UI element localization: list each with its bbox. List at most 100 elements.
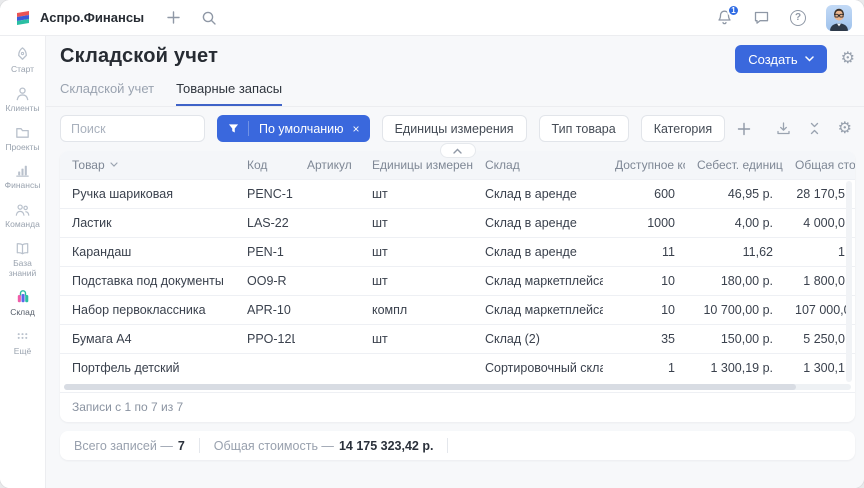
sidebar: Старт Клиенты Проекты Финансы Команда Ба… [0, 36, 46, 488]
book-icon [14, 240, 31, 257]
cell-article [295, 237, 360, 266]
tab-goods-stock[interactable]: Товарные запасы [176, 81, 282, 106]
sidebar-item-label: Клиенты [5, 104, 39, 114]
cell-product: Карандаш [60, 237, 235, 266]
cell-unit: шт [360, 208, 473, 237]
quick-add-button[interactable] [166, 10, 181, 25]
filter-chip-category[interactable]: Категория [641, 115, 725, 142]
sidebar-item-label: Проекты [5, 143, 39, 153]
cell-article [295, 324, 360, 353]
table-row[interactable]: Ручка шариковая PENC-1 шт Склад в аренде… [60, 179, 855, 208]
filter-chip-units[interactable]: Единицы измерения [382, 115, 527, 142]
column-header-warehouse[interactable]: Склад [473, 151, 603, 179]
sidebar-item-projects[interactable]: Проекты [1, 124, 45, 153]
table-row[interactable]: Подставка под документы OO9-R шт Склад м… [60, 266, 855, 295]
cell-warehouse: Склад в аренде [473, 208, 603, 237]
create-button[interactable]: Создать [735, 45, 826, 73]
page-header: Складской учет Создать ⚙ Складской учет … [46, 36, 864, 107]
cell-product: Бумага А4 [60, 324, 235, 353]
sidebar-item-warehouse[interactable]: Склад [1, 288, 45, 318]
cell-unit: шт [360, 266, 473, 295]
chat-icon [753, 9, 770, 26]
search-input[interactable] [60, 115, 205, 142]
tab-warehouse-accounting[interactable]: Складской учет [60, 81, 154, 106]
plus-icon [166, 10, 181, 25]
vertical-scrollbar[interactable] [846, 181, 852, 382]
filter-chip-product-type[interactable]: Тип товара [539, 115, 629, 142]
cell-article [295, 179, 360, 208]
column-header-product[interactable]: Товар [60, 151, 235, 179]
table-row[interactable]: Набор первоклассника APR-10 компл Склад … [60, 295, 855, 324]
sidebar-item-team[interactable]: Команда [1, 201, 45, 230]
collapse-table-button[interactable] [440, 143, 476, 158]
user-icon [14, 85, 31, 102]
filter-bar: По умолчанию × Единицы измерения Тип тов… [60, 115, 855, 142]
cell-code: PEN-1 [235, 237, 295, 266]
messages-button[interactable] [753, 9, 770, 26]
remove-filter-icon[interactable]: × [351, 122, 370, 136]
cell-unit-cost: 1 300,19 р. [685, 353, 783, 382]
column-header-article[interactable]: Артикул [295, 151, 360, 179]
app-window: Аспро.Финансы 1 ? [0, 0, 864, 488]
sidebar-item-more[interactable]: Ещё [1, 328, 45, 357]
global-search-button[interactable] [201, 10, 217, 26]
cell-total-cost: 1 [783, 237, 855, 266]
column-header-total-cost[interactable]: Общая стоим [783, 151, 855, 179]
sidebar-item-start[interactable]: Старт [1, 46, 45, 75]
cell-code: PENC-1 [235, 179, 295, 208]
cell-warehouse: Сортировочный скла [473, 353, 603, 382]
user-avatar[interactable] [826, 5, 852, 31]
table-row[interactable]: Карандаш PEN-1 шт Склад в аренде 11 11,6… [60, 237, 855, 266]
cell-warehouse: Склад в аренде [473, 179, 603, 208]
brand: Аспро.Финансы [14, 9, 144, 27]
collapse-rows-button[interactable] [808, 122, 821, 135]
add-filter-button[interactable] [737, 122, 751, 136]
cell-total-cost: 4 000,0 [783, 208, 855, 237]
sidebar-item-knowledge-base[interactable]: База знаний [1, 240, 45, 279]
cell-unit-cost: 150,00 р. [685, 324, 783, 353]
cell-qty: 1000 [603, 208, 685, 237]
topbar: Аспро.Финансы 1 ? [0, 0, 864, 36]
brand-name: Аспро.Финансы [40, 10, 144, 25]
table-body: Ручка шариковая PENC-1 шт Склад в аренде… [60, 179, 855, 382]
notifications-button[interactable]: 1 [716, 9, 733, 26]
cell-unit: компл [360, 295, 473, 324]
cell-code: LAS-22 [235, 208, 295, 237]
horizontal-scrollbar[interactable] [64, 384, 851, 390]
scrollbar-thumb[interactable] [64, 384, 796, 390]
column-header-code[interactable]: Код [235, 151, 295, 179]
table-settings-button[interactable]: ⚙ [838, 121, 852, 137]
cell-qty: 11 [603, 237, 685, 266]
cell-unit: шт [360, 179, 473, 208]
cell-article [295, 266, 360, 295]
export-button[interactable] [776, 121, 791, 136]
cell-qty: 1 [603, 353, 685, 382]
table-row[interactable]: Портфель детский Сортировочный скла 1 1 … [60, 353, 855, 382]
sidebar-item-label: Ещё [14, 347, 31, 357]
cell-unit-cost: 4,00 р. [685, 208, 783, 237]
pagination-status: Записи с 1 по 7 из 7 [60, 392, 855, 422]
column-header-available-qty[interactable]: Доступное кол-во [603, 151, 685, 179]
page-settings-button[interactable]: ⚙ [841, 51, 855, 67]
records-total-label: Всего записей — [74, 439, 173, 453]
folder-icon [14, 124, 31, 141]
table-row[interactable]: Бумага А4 PPO-12L шт Склад (2) 35 150,00… [60, 324, 855, 353]
cell-code: OO9-R [235, 266, 295, 295]
applied-filter-label: По умолчанию [249, 122, 351, 136]
cell-qty: 10 [603, 266, 685, 295]
cell-total-cost: 1 300,1 [783, 353, 855, 382]
cell-unit-cost: 180,00 р. [685, 266, 783, 295]
applied-filter-chip[interactable]: По умолчанию × [217, 115, 370, 142]
sidebar-item-finance[interactable]: Финансы [1, 162, 45, 191]
table-row[interactable]: Ластик LAS-22 шт Склад в аренде 1000 4,0… [60, 208, 855, 237]
search-icon [201, 10, 217, 26]
help-button[interactable]: ? [790, 10, 806, 26]
more-dots-icon [14, 328, 31, 345]
cell-code: PPO-12L [235, 324, 295, 353]
funnel-icon [217, 121, 249, 136]
create-button-label: Создать [748, 52, 797, 67]
chart-bars-icon [14, 162, 31, 179]
sidebar-item-label: Старт [11, 65, 34, 75]
column-header-unit-cost[interactable]: Себест. единицы [685, 151, 783, 179]
sidebar-item-clients[interactable]: Клиенты [1, 85, 45, 114]
